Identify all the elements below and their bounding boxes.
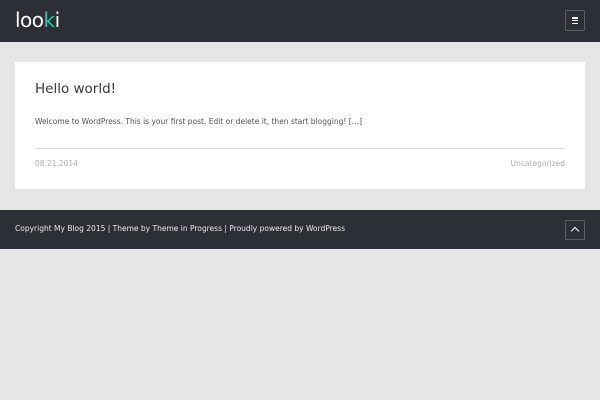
site-footer: Copyright My Blog 2015 | Theme by Theme … — [0, 210, 600, 249]
site-logo[interactable]: looki — [15, 8, 60, 32]
back-to-top-button[interactable] — [565, 220, 585, 240]
site-header: looki — [0, 0, 600, 42]
post-divider — [35, 148, 565, 149]
logo-text-prefix: loo — [15, 8, 44, 32]
logo-text-accent: k — [43, 8, 56, 32]
post-date-link[interactable]: 08.21.2014 — [35, 159, 78, 169]
post-title-link[interactable]: Hello world! — [35, 81, 116, 97]
post-category-link[interactable]: Uncategorized — [511, 159, 565, 169]
post-excerpt: Welcome to WordPress. This is your first… — [35, 117, 363, 126]
footer-credits: Copyright My Blog 2015 | Theme by Theme … — [15, 224, 345, 233]
post-card: Hello world! Welcome to WordPress. This … — [15, 62, 585, 189]
menu-toggle-button[interactable] — [565, 10, 585, 31]
menu-icon — [572, 17, 578, 24]
logo-text-suffix: i — [54, 8, 61, 32]
chevron-up-icon — [570, 226, 580, 236]
